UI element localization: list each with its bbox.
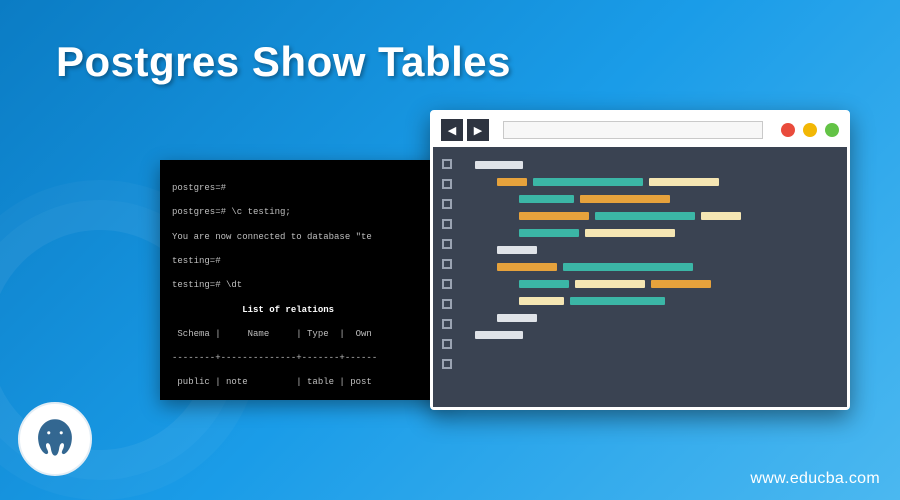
term-line: testing=# (172, 255, 438, 267)
code-token (580, 195, 670, 203)
code-token (497, 178, 527, 186)
code-token (533, 178, 643, 186)
gutter-marker (442, 239, 452, 249)
term-line: postgres=# (172, 182, 438, 194)
close-icon[interactable] (781, 123, 795, 137)
gutter-marker (442, 199, 452, 209)
nav-forward-button[interactable]: ▶ (467, 119, 489, 141)
code-token (519, 212, 589, 220)
gutter-marker (442, 299, 452, 309)
watermark-text: www.educba.com (750, 470, 880, 488)
code-token (475, 161, 523, 169)
gutter-marker (442, 339, 452, 349)
term-line: postgres=# \c testing; (172, 206, 438, 218)
code-token (585, 229, 675, 237)
minimize-icon[interactable] (803, 123, 817, 137)
gutter-marker (442, 319, 452, 329)
term-line: Schema | Name | Type | Own (172, 328, 438, 340)
code-token (519, 195, 574, 203)
address-bar[interactable] (503, 121, 763, 139)
gutter-marker (442, 179, 452, 189)
code-token (497, 263, 557, 271)
term-header: List of relations (172, 304, 438, 316)
code-token (563, 263, 693, 271)
code-token (519, 229, 579, 237)
code-token (649, 178, 719, 186)
code-token (651, 280, 711, 288)
postgresql-logo (18, 402, 92, 476)
line-gutter (433, 147, 461, 407)
code-token (570, 297, 665, 305)
page-title: Postgres Show Tables (56, 38, 511, 86)
terminal-window: postgres=# postgres=# \c testing; You ar… (160, 160, 450, 400)
code-token (701, 212, 741, 220)
term-line: You are now connected to database "te (172, 231, 438, 243)
code-token (497, 314, 537, 322)
gutter-marker (442, 259, 452, 269)
term-line: testing=# \dt (172, 279, 438, 291)
term-line: --------+--------------+-------+------ (172, 352, 438, 364)
code-token (575, 280, 645, 288)
code-token (595, 212, 695, 220)
gutter-marker (442, 279, 452, 289)
maximize-icon[interactable] (825, 123, 839, 137)
gutter-marker (442, 219, 452, 229)
code-token (475, 331, 523, 339)
nav-back-button[interactable]: ◀ (441, 119, 463, 141)
editor-titlebar: ◀ ▶ (433, 113, 847, 147)
code-token (497, 246, 537, 254)
editor-body (433, 147, 847, 407)
elephant-icon (29, 413, 81, 465)
code-editor-window: ◀ ▶ (430, 110, 850, 410)
code-token (519, 297, 564, 305)
gutter-marker (442, 159, 452, 169)
gutter-marker (442, 359, 452, 369)
code-token (519, 280, 569, 288)
code-area (461, 147, 847, 407)
term-line: public | note | table | post (172, 376, 438, 388)
